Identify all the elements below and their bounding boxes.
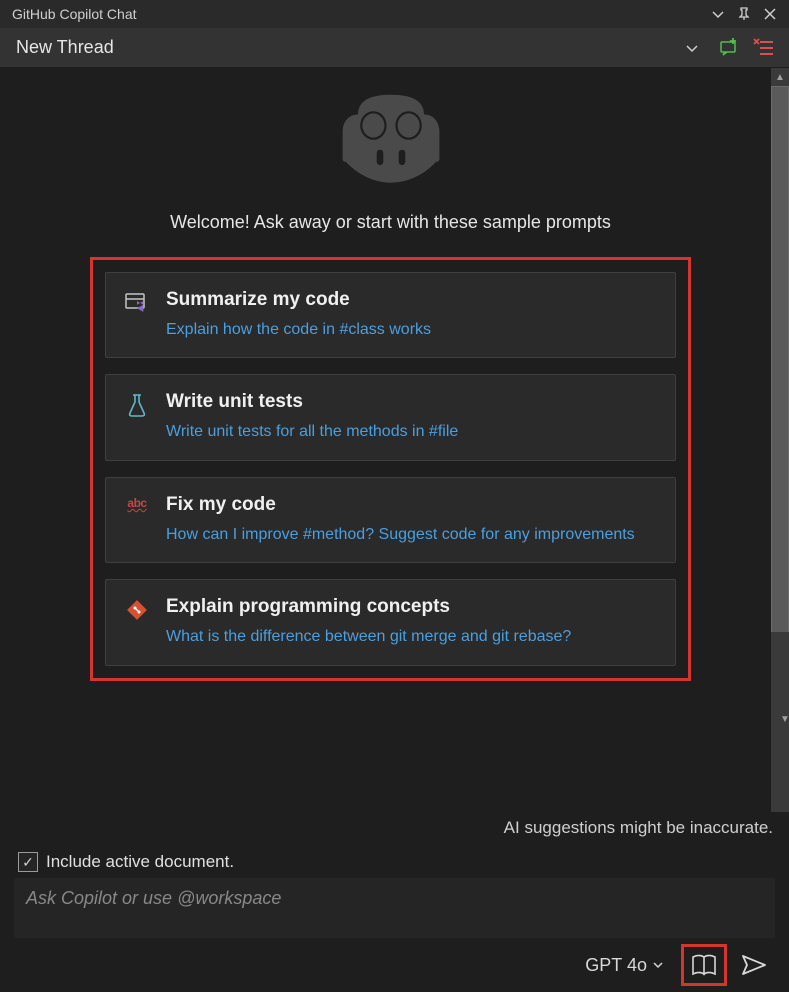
book-icon xyxy=(691,954,717,976)
prompt-card-tests[interactable]: Write unit tests Write unit tests for al… xyxy=(105,374,676,460)
copilot-logo-icon xyxy=(20,92,761,192)
prompt-card-title: Explain programming concepts xyxy=(166,596,657,618)
thread-toolbar: New Thread xyxy=(0,28,789,68)
scroll-up-icon[interactable]: ▲ xyxy=(771,68,789,86)
window-options-icon[interactable] xyxy=(707,3,729,25)
model-picker[interactable]: GPT 4o xyxy=(577,951,671,980)
prompt-library-button[interactable] xyxy=(681,944,727,986)
send-button[interactable] xyxy=(737,948,771,982)
welcome-text: Welcome! Ask away or start with these sa… xyxy=(20,212,761,233)
vs-window-icon xyxy=(124,291,150,317)
prompt-card-summarize[interactable]: Summarize my code Explain how the code i… xyxy=(105,272,676,358)
chevron-down-icon xyxy=(653,960,663,970)
chat-input[interactable]: Ask Copilot or use @workspace xyxy=(14,878,775,938)
prompt-card-desc: How can I improve #method? Suggest code … xyxy=(166,524,657,546)
window-titlebar: GitHub Copilot Chat xyxy=(0,0,789,28)
git-diamond-icon xyxy=(124,598,150,624)
window-title: GitHub Copilot Chat xyxy=(12,6,137,22)
prompt-card-desc: Write unit tests for all the methods in … xyxy=(166,421,657,443)
prompt-card-title: Fix my code xyxy=(166,494,657,516)
pin-icon[interactable] xyxy=(733,3,755,25)
prompt-card-desc: What is the difference between git merge… xyxy=(166,626,657,648)
thread-dropdown-icon[interactable] xyxy=(677,33,707,63)
include-doc-label: Include active document. xyxy=(46,852,234,872)
prompt-card-fix[interactable]: abc Fix my code How can I improve #metho… xyxy=(105,477,676,563)
model-label: GPT 4o xyxy=(585,955,647,976)
include-doc-row[interactable]: ✓ Include active document. xyxy=(18,852,773,872)
close-icon[interactable] xyxy=(759,3,781,25)
spellcheck-icon: abc xyxy=(124,496,150,522)
include-doc-checkbox[interactable]: ✓ xyxy=(18,852,38,872)
vertical-scrollbar[interactable]: ▲ ▼ xyxy=(771,68,789,812)
send-icon xyxy=(741,954,767,976)
thread-title: New Thread xyxy=(16,37,114,58)
new-thread-icon[interactable] xyxy=(713,33,743,63)
flask-icon xyxy=(124,393,150,419)
ai-disclaimer: AI suggestions might be inaccurate. xyxy=(14,818,773,838)
chat-welcome-area: Welcome! Ask away or start with these sa… xyxy=(0,68,789,812)
clear-threads-icon[interactable] xyxy=(749,33,779,63)
scroll-down-icon[interactable]: ▼ xyxy=(771,632,789,812)
chat-input-area: AI suggestions might be inaccurate. ✓ In… xyxy=(0,812,789,992)
prompt-card-desc: Explain how the code in #class works xyxy=(166,319,657,341)
prompt-card-explain[interactable]: Explain programming concepts What is the… xyxy=(105,579,676,665)
prompt-card-title: Write unit tests xyxy=(166,391,657,413)
prompt-card-title: Summarize my code xyxy=(166,289,657,311)
sample-prompts-highlight: Summarize my code Explain how the code i… xyxy=(90,257,691,681)
